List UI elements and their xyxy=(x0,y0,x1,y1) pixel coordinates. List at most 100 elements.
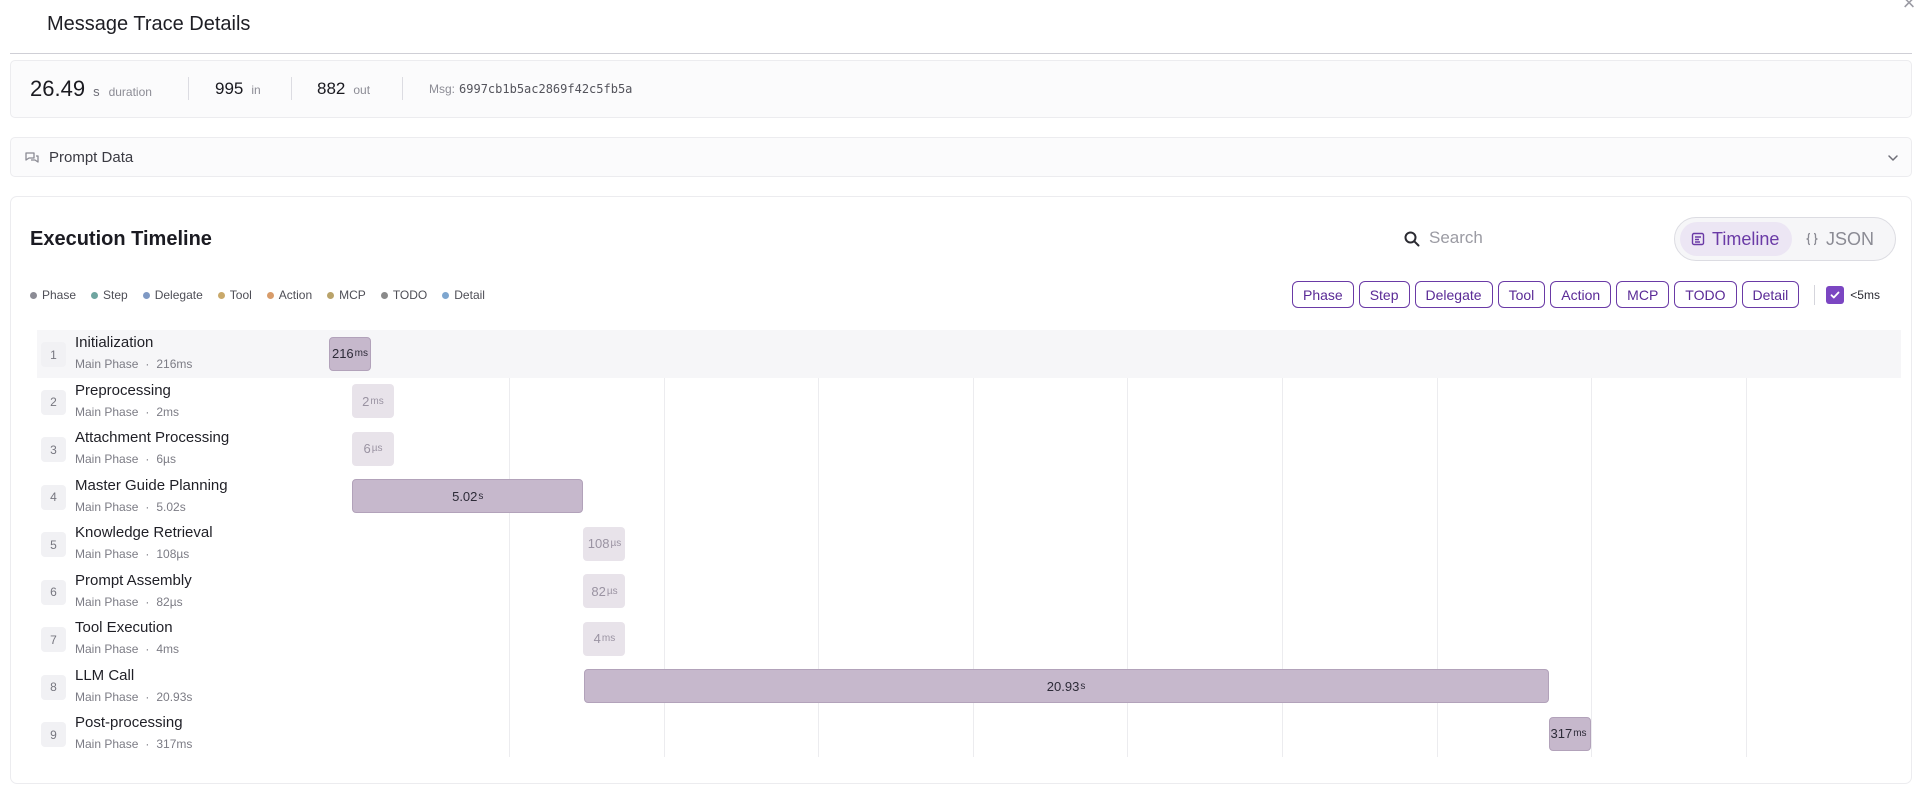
chat-bubbles-icon xyxy=(25,152,39,163)
timeline-row[interactable]: 2 Preprocessing Main Phase · 2ms 2 ms xyxy=(37,378,1901,426)
row-index: 3 xyxy=(41,437,66,462)
type-legend: Phase Step Delegate Tool Action MCP TODO… xyxy=(30,288,500,302)
duration-bar[interactable]: 20.93 s xyxy=(583,669,1549,704)
timeline-row[interactable]: 7 Tool Execution Main Phase · 4ms 4 ms xyxy=(37,615,1901,663)
phase-name: Knowledge Retrieval xyxy=(75,524,213,541)
phase-meta: Main Phase · 216ms xyxy=(75,357,192,371)
phase-type: Main Phase xyxy=(75,452,139,466)
phase-duration: 4ms xyxy=(156,642,180,656)
legend-item-mcp: MCP xyxy=(327,288,366,302)
filter-chip-delegate[interactable]: Delegate xyxy=(1414,281,1493,308)
timeline-row[interactable]: 5 Knowledge Retrieval Main Phase · 108µs 108 µ… xyxy=(37,520,1901,568)
bar-unit: ms xyxy=(370,395,384,407)
timeline-row[interactable]: 3 Attachment Processing Main Phase · 6µs 6 µs xyxy=(37,425,1901,473)
message-id-label: Msg: xyxy=(429,82,456,96)
timeline-row[interactable]: 4 Master Guide Planning Main Phase · 5.02s 5.… xyxy=(37,473,1901,521)
meta-separator: · xyxy=(145,404,150,419)
phase-name: Initialization xyxy=(75,334,154,351)
phase-name: Tool Execution xyxy=(75,619,173,636)
duration-bar[interactable]: 6 µs xyxy=(352,431,395,466)
modal-header: Message Trace Details × xyxy=(0,0,1920,54)
legend-dot xyxy=(91,291,99,299)
timeline-title: Execution Timeline xyxy=(30,228,212,250)
timeline-row[interactable]: 6 Prompt Assembly Main Phase · 82µs 82 µs xyxy=(37,568,1901,616)
timeline-row[interactable]: 8 LLM Call Main Phase · 20.93s 20.93 s xyxy=(37,663,1901,711)
filter-chip-todo[interactable]: TODO xyxy=(1674,281,1737,308)
bar-unit: s xyxy=(478,490,484,502)
phase-duration: 2ms xyxy=(156,404,180,419)
duration-caption: duration xyxy=(108,85,152,99)
bar-value: 216 xyxy=(331,346,354,362)
prompt-data-toggle[interactable]: Prompt Data xyxy=(10,137,1912,177)
duration-bar[interactable]: 5.02 s xyxy=(352,479,584,514)
meta-separator: · xyxy=(145,499,150,514)
search-input[interactable] xyxy=(1429,223,1657,253)
phase-duration: 82µs xyxy=(156,594,183,609)
bar-unit: ms xyxy=(601,633,616,645)
close-icon[interactable]: × xyxy=(1898,0,1920,14)
modal-title: Message Trace Details xyxy=(47,13,251,35)
phase-meta: Main Phase · 82µs xyxy=(75,595,183,609)
bar-unit: ms xyxy=(1573,728,1587,740)
legend-label: Step xyxy=(103,288,128,302)
phase-meta: Main Phase · 5.02s xyxy=(75,500,186,514)
legend-label: Action xyxy=(278,288,313,302)
timeline-rows: 1 Initialization Main Phase · 216ms 216 ms 2 Pre… xyxy=(37,330,1901,757)
legend-label: Detail xyxy=(454,288,485,302)
duration-bar[interactable]: 82 µs xyxy=(583,574,626,609)
timeline-row[interactable]: 1 Initialization Main Phase · 216ms 216 ms xyxy=(37,330,1901,378)
chevron-down-icon[interactable] xyxy=(1885,150,1901,166)
timeline-icon xyxy=(1691,232,1705,246)
duration-bar[interactable]: 108 µs xyxy=(583,526,626,561)
meta-separator: · xyxy=(145,452,150,466)
tokens-in-stat: 995 in xyxy=(215,61,261,117)
type-filters: Phase Step Delegate Tool Action MCP TODO… xyxy=(1292,281,1880,308)
legend-item-delegate: Delegate xyxy=(142,288,203,302)
phase-duration: 6µs xyxy=(156,452,176,466)
filter-chip-tool[interactable]: Tool xyxy=(1497,281,1546,308)
timeline-view-button[interactable]: Timeline xyxy=(1680,222,1792,256)
message-id-stat: Msg: 6997cb1b5ac2869f42c5fb5a xyxy=(429,61,632,117)
tokens-in-caption: in xyxy=(251,83,261,97)
filter-chip-step[interactable]: Step xyxy=(1358,281,1410,308)
short-spans-checkbox[interactable] xyxy=(1826,285,1845,304)
phase-name: Preprocessing xyxy=(75,381,171,399)
bar-value: 317 xyxy=(1550,726,1573,742)
row-index: 7 xyxy=(41,627,66,652)
meta-separator: · xyxy=(145,357,150,371)
search-icon xyxy=(1404,231,1420,247)
filter-chip-mcp[interactable]: MCP xyxy=(1616,281,1670,308)
filter-chip-phase[interactable]: Phase xyxy=(1292,281,1354,308)
legend-item-tool: Tool xyxy=(217,288,252,302)
legend-dot xyxy=(327,291,335,299)
filter-divider xyxy=(1814,284,1816,305)
filter-chip-action[interactable]: Action xyxy=(1550,281,1612,308)
legend-item-action: Action xyxy=(266,288,313,302)
filter-chip-detail[interactable]: Detail xyxy=(1741,281,1800,308)
meta-separator: · xyxy=(145,689,150,704)
message-id-value[interactable]: 6997cb1b5ac2869f42c5fb5a xyxy=(459,82,632,96)
phase-type: Main Phase xyxy=(75,689,139,704)
phase-duration: 20.93s xyxy=(156,689,193,704)
phase-duration: 108µs xyxy=(156,547,190,561)
phase-name: LLM Call xyxy=(75,666,135,684)
legend-item-step: Step xyxy=(91,288,128,302)
stat-divider xyxy=(188,77,189,100)
duration-bar[interactable]: 317 ms xyxy=(1548,716,1591,751)
json-view-label: JSON xyxy=(1826,228,1875,249)
timeline-row[interactable]: 9 Post-processing Main Phase · 317ms 317 ms xyxy=(37,710,1901,758)
bar-unit: ms xyxy=(354,348,369,360)
phase-type: Main Phase xyxy=(75,737,139,751)
phase-name: Attachment Processing xyxy=(75,429,230,446)
legend-dot xyxy=(380,291,388,299)
stat-divider xyxy=(291,77,292,100)
duration-bar[interactable]: 216 ms xyxy=(329,336,371,371)
json-view-button[interactable]: JSON xyxy=(1798,222,1892,256)
legend-label: TODO xyxy=(392,288,428,302)
duration-bar[interactable]: 2 ms xyxy=(351,384,394,419)
duration-bar[interactable]: 4 ms xyxy=(583,621,626,656)
view-mode-toggle: Timeline JSON xyxy=(1674,217,1896,261)
phase-type: Main Phase xyxy=(75,357,139,371)
bar-value: 5.02 xyxy=(452,488,478,504)
execution-timeline-panel: Execution Timeline Timeline JSON Phase S… xyxy=(10,196,1912,784)
